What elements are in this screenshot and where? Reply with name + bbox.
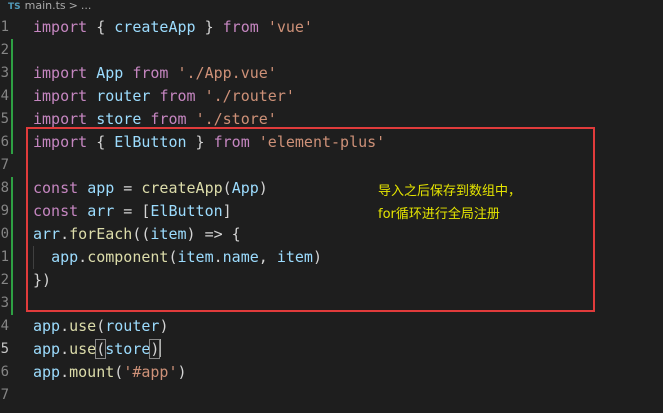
code-line-1: import { createApp } from 'vue' [33,16,313,39]
line-number-active: 5 [0,341,9,357]
typescript-file-icon: TS [8,2,21,12]
punctuation: ) [159,317,169,335]
punctuation: ( [96,317,106,335]
line-number: 6 [0,364,9,380]
line-number: 1 [0,249,9,265]
line-number: 7 [0,157,9,173]
line-number: 4 [0,318,9,334]
annotation-note-line-1: 导入之后保存到数组中， [378,184,522,199]
line-number-gutter: 1 2 3 4 5 6 7 8 9 0 1 2 3 4 5 6 7 [0,13,14,413]
line-number: 5 [0,111,9,127]
punctuation: ( [114,363,124,381]
identifier: router [105,317,160,335]
code-line-3: import App from './App.vue' [33,62,277,85]
git-added-marker [11,62,13,154]
text-cursor [159,339,162,357]
git-added-marker [11,39,13,62]
keyword: from [222,18,259,36]
line-number: 1 [0,19,9,35]
string-literal: './store' [195,110,277,128]
identifier: app [33,317,61,335]
line-number: 9 [0,203,9,219]
keyword: import [33,18,88,36]
string-literal: 'vue' [267,18,313,36]
punctuation: . [60,363,70,381]
breadcrumb-file-name[interactable]: main.ts [25,0,66,12]
identifier: store [105,340,151,358]
line-number: 3 [0,65,9,81]
breadcrumb-more[interactable]: ... [81,0,92,12]
annotation-note-line-2: for循环进行全局注册 [378,207,500,222]
line-number: 2 [0,42,9,58]
keyword: from [132,64,169,82]
matched-bracket: ) [149,339,161,359]
function-name: use [69,317,97,335]
code-line-14: app.use(router) [33,315,168,338]
line-number: 3 [0,295,9,311]
line-number: 4 [0,88,9,104]
code-line-4: import router from './router' [33,85,295,108]
string-literal: '#app' [123,363,178,381]
code-line-16: app.mount('#app') [33,361,187,384]
line-number: 0 [0,226,9,242]
identifier: app [33,363,61,381]
identifier: App [96,64,124,82]
keyword: from [159,87,196,105]
string-literal: './App.vue' [177,64,277,82]
git-added-marker [11,177,13,315]
identifier: createApp [114,18,196,36]
line-number: 8 [0,180,9,196]
line-number: 6 [0,134,9,150]
code-line-15: app.use(store) [33,338,162,361]
function-name: use [69,340,97,358]
keyword: from [150,110,187,128]
identifier: router [96,87,151,105]
line-number: 2 [0,272,9,288]
punctuation: . [60,340,70,358]
punctuation: ) [177,363,187,381]
punctuation: . [60,317,70,335]
line-number: 7 [0,387,9,403]
punctuation: { [87,18,115,36]
function-name: mount [69,363,115,381]
string-literal: './router' [204,87,295,105]
punctuation: } [195,18,223,36]
breadcrumb: TS main.ts >... [0,0,663,13]
identifier: store [96,110,142,128]
annotation-note: 导入之后保存到数组中， for循环进行全局注册 [378,180,521,226]
keyword: import [33,64,88,82]
breadcrumb-separator: > [68,0,78,12]
identifier: app [33,340,61,358]
keyword: import [33,87,88,105]
matched-bracket: ( [95,339,107,359]
keyword: import [33,110,88,128]
